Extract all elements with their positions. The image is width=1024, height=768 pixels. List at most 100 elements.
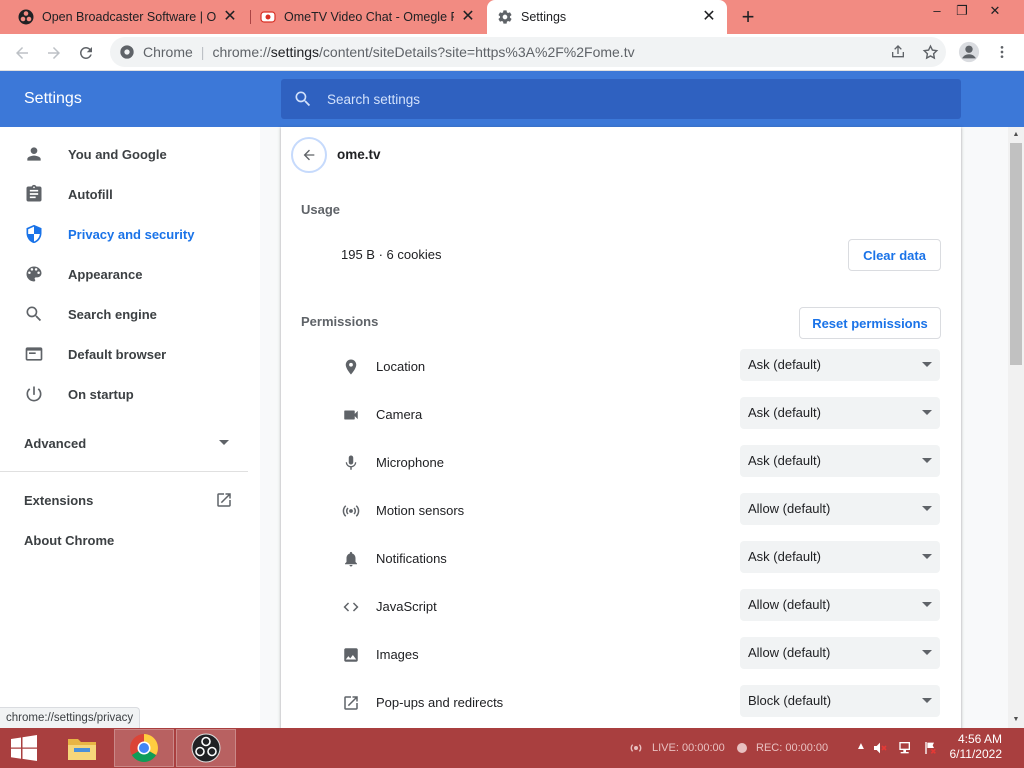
scroll-down-icon[interactable]: ▼: [1008, 712, 1024, 728]
ometv-icon: [260, 9, 276, 25]
permission-select[interactable]: Ask (default): [740, 541, 940, 573]
location-icon: [341, 357, 361, 377]
sidebar-item-autofill[interactable]: Autofill: [0, 174, 250, 214]
taskbar-obs[interactable]: [176, 729, 236, 767]
sidebar-item-extensions[interactable]: Extensions: [24, 493, 93, 508]
record-dot-icon: [737, 743, 747, 753]
action-center-flag-icon[interactable]: [922, 740, 938, 756]
tab-obs[interactable]: Open Broadcaster Software | OBS ✕: [8, 0, 248, 34]
permission-select[interactable]: Ask (default): [740, 349, 940, 381]
scrollbar[interactable]: ▲ ▼: [1008, 127, 1024, 728]
permission-select[interactable]: Ask (default): [740, 445, 940, 477]
sidebar-item-about-chrome[interactable]: About Chrome: [24, 533, 114, 548]
permission-select[interactable]: Allow (default): [740, 637, 940, 669]
taskbar-file-explorer[interactable]: [52, 729, 112, 767]
search-input[interactable]: [327, 91, 887, 107]
url-text: chrome://settings/content/siteDetails?si…: [212, 44, 635, 60]
sidebar-item-label: Search engine: [68, 306, 157, 322]
status-url-bubble: chrome://settings/privacy: [0, 707, 141, 728]
windows-icon: [11, 735, 37, 761]
permission-label: Microphone: [376, 455, 444, 470]
forward-button[interactable]: [41, 40, 67, 66]
sidebar-item-on-startup[interactable]: On startup: [0, 374, 250, 414]
tab-settings[interactable]: Settings ✕: [487, 0, 727, 34]
permission-select[interactable]: Block (default): [740, 685, 940, 717]
camera-icon: [341, 405, 361, 425]
search-icon: [295, 91, 311, 107]
search-bar[interactable]: [281, 79, 961, 119]
sidebar-advanced[interactable]: Advanced: [24, 436, 86, 451]
permission-row-popups: Pop-ups and redirects Block (default): [281, 679, 961, 727]
tab-ometv[interactable]: OmeTV Video Chat - Omegle Ra ✕: [250, 0, 486, 34]
sidebar-item-search-engine[interactable]: Search engine: [0, 294, 250, 334]
bookmark-star-icon[interactable]: [919, 41, 941, 63]
chevron-down-icon[interactable]: [219, 440, 229, 445]
sidebar-item-label: Appearance: [68, 266, 143, 282]
dropdown-caret-icon: [922, 602, 932, 607]
usage-heading: Usage: [301, 202, 341, 217]
dropdown-caret-icon: [922, 506, 932, 511]
close-tab-icon[interactable]: ✕: [222, 9, 238, 25]
usage-value: 195 B · 6 cookies: [341, 247, 442, 262]
clear-data-button[interactable]: Clear data: [848, 239, 941, 271]
motion-sensors-icon: [341, 501, 361, 521]
sidebar-divider: [0, 471, 248, 472]
arrow-right-icon: [48, 47, 60, 59]
reset-permissions-button[interactable]: Reset permissions: [799, 307, 941, 339]
sidebar-item-you-and-google[interactable]: You and Google: [0, 134, 250, 174]
network-icon[interactable]: [898, 740, 914, 756]
toolbar: Chrome | chrome://settings/content/siteD…: [0, 34, 1024, 71]
address-bar[interactable]: Chrome | chrome://settings/content/siteD…: [110, 37, 946, 67]
sidebar-item-label: On startup: [68, 386, 134, 402]
dropdown-caret-icon: [922, 554, 932, 559]
sidebar-item-privacy-and-security[interactable]: Privacy and security: [0, 214, 250, 254]
dropdown-caret-icon: [922, 362, 932, 367]
arrow-left-icon: [16, 47, 28, 59]
permission-row-microphone: Microphone Ask (default): [281, 439, 961, 487]
permission-label: JavaScript: [376, 599, 437, 614]
new-tab-button[interactable]: +: [736, 5, 760, 29]
shield-icon: [24, 224, 44, 244]
scroll-up-icon[interactable]: ▲: [1008, 127, 1024, 143]
sidebar-item-appearance[interactable]: Appearance: [0, 254, 250, 294]
sidebar-item-label: You and Google: [68, 146, 167, 162]
sidebar: You and Google Autofill Privacy and secu…: [0, 127, 260, 728]
omnibox-separator: |: [200, 44, 205, 60]
permission-row-notifications: Notifications Ask (default): [281, 535, 961, 583]
volume-muted-icon[interactable]: [872, 740, 888, 756]
sidebar-item-default-browser[interactable]: Default browser: [0, 334, 250, 374]
restore-button[interactable]: ❐: [947, 0, 977, 22]
tab-strip: Open Broadcaster Software | OBS ✕ OmeTV …: [0, 0, 1024, 34]
close-tab-icon[interactable]: ✕: [460, 9, 476, 25]
dropdown-caret-icon: [922, 410, 932, 415]
code-icon: [341, 597, 361, 617]
dropdown-caret-icon: [922, 650, 932, 655]
sidebar-item-label: Default browser: [68, 346, 167, 362]
tray-arrow-icon[interactable]: ▲: [856, 741, 868, 753]
profile-avatar[interactable]: [958, 41, 980, 63]
taskbar-chrome[interactable]: [114, 729, 174, 767]
folder-icon: [68, 739, 96, 760]
sidebar-item-label: Privacy and security: [68, 226, 195, 242]
system-clock[interactable]: 4:56 AM 6/11/2022: [950, 732, 1003, 762]
site-title: ome.tv: [337, 147, 381, 162]
close-tab-icon[interactable]: ✕: [701, 9, 717, 25]
dropdown-caret-icon: [922, 458, 932, 463]
back-arrow-button[interactable]: [291, 137, 327, 173]
reload-button[interactable]: [73, 40, 99, 66]
permission-select[interactable]: Ask (default): [740, 397, 940, 429]
permissions-heading: Permissions: [301, 314, 379, 329]
permission-select[interactable]: Allow (default): [740, 589, 940, 621]
person-icon: [24, 144, 44, 164]
power-icon: [24, 384, 44, 404]
open-external-icon[interactable]: [215, 491, 233, 509]
scroll-thumb[interactable]: [1010, 143, 1022, 365]
close-window-button[interactable]: ✕: [980, 0, 1010, 22]
back-button[interactable]: [9, 40, 35, 66]
live-timer: LIVE: 00:00:00: [652, 742, 725, 754]
share-icon[interactable]: [887, 41, 909, 63]
search-icon: [24, 304, 44, 324]
start-button[interactable]: [0, 729, 48, 767]
permission-select[interactable]: Allow (default): [740, 493, 940, 525]
more-menu-icon[interactable]: [991, 41, 1013, 63]
